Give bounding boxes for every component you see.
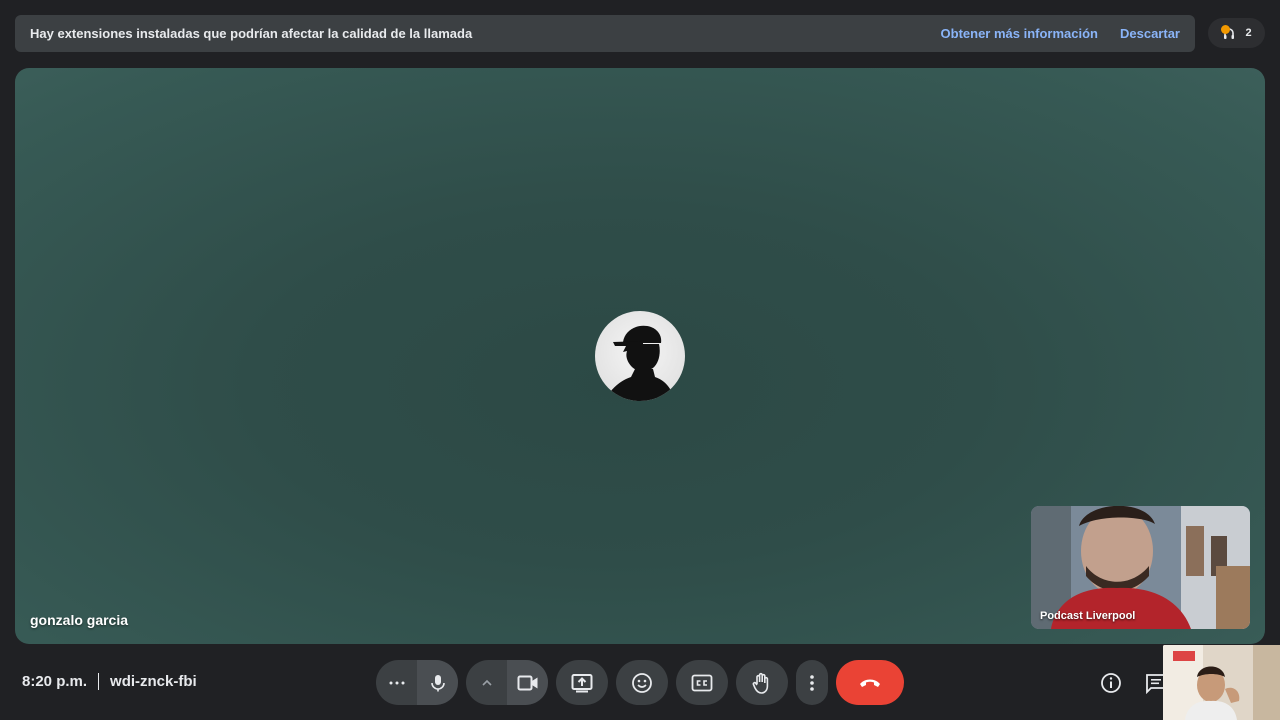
picture-in-picture-video[interactable]: [1163, 645, 1280, 720]
headset-icon: [1221, 25, 1237, 41]
hang-up-icon[interactable]: [836, 660, 904, 705]
meeting-code: wdi-znck-fbi: [110, 673, 197, 690]
more-mic-options-icon[interactable]: [376, 660, 417, 705]
time-divider: [98, 673, 100, 690]
dismiss-link[interactable]: Descartar: [1120, 26, 1180, 41]
info-icon[interactable]: [1098, 670, 1124, 696]
microphone-control-group: [376, 660, 458, 705]
banner-message: Hay extensiones instaladas que podrían a…: [30, 26, 473, 41]
raise-hand-icon[interactable]: [736, 660, 788, 705]
chevron-up-icon[interactable]: [466, 660, 507, 705]
video-camera-icon[interactable]: [507, 660, 548, 705]
current-time: 8:20 p.m.: [22, 673, 88, 690]
participants-indicator[interactable]: 2: [1208, 18, 1265, 48]
meeting-info: 8:20 p.m. wdi-znck-fbi: [22, 673, 197, 690]
microphone-icon[interactable]: [417, 660, 458, 705]
extensions-warning-banner: Hay extensiones instaladas que podrían a…: [15, 15, 1195, 52]
emoji-icon[interactable]: [616, 660, 668, 705]
participant-count: 2: [1245, 27, 1252, 39]
camera-control-group: [466, 660, 548, 705]
participant-name-label: gonzalo garcia: [30, 612, 129, 628]
captions-icon[interactable]: [676, 660, 728, 705]
present-screen-icon[interactable]: [556, 660, 608, 705]
person-cap-silhouette-icon: [595, 311, 685, 401]
bottom-control-bar: 8:20 p.m. wdi-znck-fbi: [0, 650, 1280, 720]
self-view-tile[interactable]: Podcast Liverpool: [1031, 506, 1250, 629]
self-view-name: Podcast Liverpool: [1040, 610, 1136, 622]
more-options-icon[interactable]: [796, 660, 828, 705]
learn-more-link[interactable]: Obtener más información: [941, 26, 1098, 41]
